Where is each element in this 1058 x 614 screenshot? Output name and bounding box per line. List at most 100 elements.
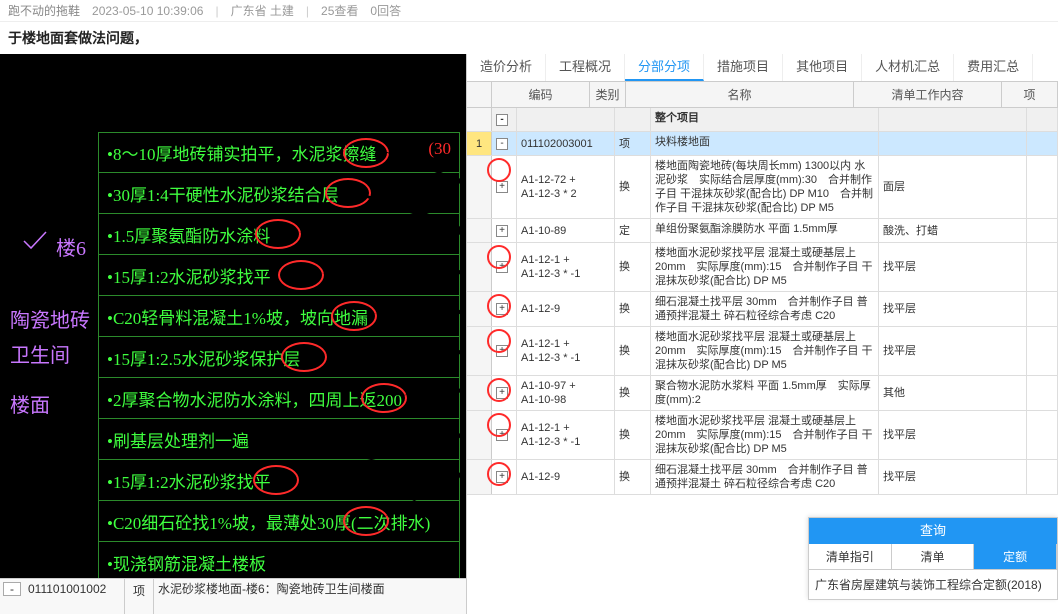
cad-layer-row: •15厚1:2水泥砂浆找平 [98, 255, 460, 296]
table-row[interactable]: - 整个项目 [467, 108, 1058, 132]
annotation-circle [253, 465, 299, 495]
cell-name: 整个项目 [651, 108, 879, 131]
cell-work [879, 132, 1027, 155]
cell-type: 换 [615, 292, 651, 326]
cell-name: 楼地面水泥砂浆找平层 混凝土或硬基层上 20mm 实际厚度(mm):15 合并制… [651, 243, 879, 291]
post-title: 于楼地面套做法问题， [0, 22, 1058, 54]
item-name: 水泥砂浆楼地面-楼6：陶瓷地砖卫生间楼面 [154, 579, 466, 614]
expand-icon[interactable]: + [496, 261, 508, 273]
cell-work: 面层 [879, 156, 1027, 218]
expand-icon[interactable]: + [496, 387, 508, 399]
annotation-circle [331, 301, 377, 331]
table-row[interactable]: +A1-12-1 + A1-12-3 * -1换楼地面水泥砂浆找平层 混凝土或硬… [467, 243, 1058, 292]
expand-icon[interactable]: + [496, 345, 508, 357]
table-row[interactable]: +A1-12-9换细石混凝土找平层 30mm 合并制作子目 普通预拌混凝土 碎石… [467, 460, 1058, 495]
annotation-circle [361, 383, 407, 413]
col-code: 编码 [492, 82, 590, 107]
annotation-number: (30 [428, 139, 451, 159]
col-item: 项 [1002, 82, 1058, 107]
annotation-circle [255, 219, 301, 249]
tab-6[interactable]: 费用汇总 [954, 54, 1033, 81]
tab-5[interactable]: 人材机汇总 [862, 54, 954, 81]
expand-icon[interactable]: + [496, 225, 508, 237]
query-tab-0[interactable]: 清单指引 [809, 544, 892, 569]
cell-code: A1-12-9 [517, 292, 615, 326]
table-row[interactable]: +A1-12-72 + A1-12-3 * 2换楼地面陶瓷地砖(每块周长mm) … [467, 156, 1058, 219]
cell-code: A1-12-9 [517, 460, 615, 494]
expand-icon[interactable]: + [496, 181, 508, 193]
query-tab-1[interactable]: 清单 [892, 544, 975, 569]
col-work: 清单工作内容 [854, 82, 1002, 107]
query-panel: 查询 清单指引清单定额 广东省房屋建筑与装饰工程综合定额(2018) [808, 517, 1058, 600]
expand-icon[interactable]: + [496, 429, 508, 441]
item-code: 011101001002 [24, 579, 124, 614]
annotation-circle [278, 260, 324, 290]
row-number [467, 219, 492, 242]
material-label: 陶瓷地砖 [10, 304, 90, 333]
collapse-icon[interactable]: - [496, 114, 508, 126]
row-number [467, 156, 492, 218]
cell-type [615, 108, 651, 131]
table-row[interactable]: +A1-12-1 + A1-12-3 * -1换楼地面水泥砂浆找平层 混凝土或硬… [467, 411, 1058, 460]
row-number [467, 460, 492, 494]
reply-count: 0回答 [370, 2, 401, 19]
cell-code: A1-10-89 [517, 219, 615, 242]
tab-1[interactable]: 工程概况 [546, 54, 625, 81]
cell-name: 块料楼地面 [651, 132, 879, 155]
grid-header: 编码 类别 名称 清单工作内容 项 [467, 82, 1058, 108]
cell-name: 细石混凝土找平层 30mm 合并制作子目 普通预拌混凝土 碎石粒径综合考虑 C2… [651, 460, 879, 494]
cell-name: 细石混凝土找平层 30mm 合并制作子目 普通预拌混凝土 碎石粒径综合考虑 C2… [651, 292, 879, 326]
query-tab-2[interactable]: 定额 [974, 544, 1057, 569]
surface-label: 楼面 [10, 389, 50, 418]
cell-code: A1-10-97 + A1-10-98 [517, 376, 615, 410]
floor-label: 楼6 [56, 232, 86, 261]
expand-icon[interactable]: - [3, 582, 21, 596]
cell-work: 找平层 [879, 411, 1027, 459]
cad-layer-row: •C20细石砼找1%坡，最薄处30厚(二次排水) [98, 501, 460, 542]
query-body: 广东省房屋建筑与装饰工程综合定额(2018) [809, 570, 1057, 599]
table-row[interactable]: +A1-10-97 + A1-10-98换聚合物水泥防水浆料 平面 1.5mm厚… [467, 376, 1058, 411]
cell-type: 换 [615, 156, 651, 218]
cell-name: 楼地面陶瓷地砖(每块周长mm) 1300以内 水泥砂浆 实际结合层厚度(mm):… [651, 156, 879, 218]
table-row[interactable]: 1-011102003001项块料楼地面 [467, 132, 1058, 156]
tab-3[interactable]: 措施项目 [704, 54, 783, 81]
cell-code: A1-12-1 + A1-12-3 * -1 [517, 411, 615, 459]
cell-type: 换 [615, 327, 651, 375]
cell-work [879, 108, 1027, 131]
cad-layer-row: •8～10厚地砖铺实拍平，水泥浆擦缝(30 [98, 132, 460, 173]
tab-4[interactable]: 其他项目 [783, 54, 862, 81]
post-location: 广东省 土建 [231, 2, 294, 19]
query-tabs: 清单指引清单定额 [809, 544, 1057, 570]
row-number: 1 [467, 132, 492, 155]
cad-layer-row: •15厚1:2水泥砂浆找平 [98, 460, 460, 501]
cell-code: A1-12-1 + A1-12-3 * -1 [517, 243, 615, 291]
cell-code: A1-12-1 + A1-12-3 * -1 [517, 327, 615, 375]
collapse-icon[interactable]: - [496, 138, 508, 150]
cell-type: 换 [615, 411, 651, 459]
post-time: 2023-05-10 10:39:06 [92, 4, 203, 18]
cad-layer-row: •15厚1:2.5水泥砂浆保护层 [98, 337, 460, 378]
tab-2[interactable]: 分部分项 [625, 54, 704, 81]
cad-layer-row: •现浇钢筋混凝土楼板 [98, 542, 460, 583]
cell-type: 项 [615, 132, 651, 155]
cell-work: 找平层 [879, 243, 1027, 291]
annotation-circle [343, 138, 389, 168]
table-row[interactable]: + A1-12-9换细石混凝土找平层 30mm 合并制作子目 普通预拌混凝土 碎石… [467, 292, 1058, 327]
annotation-circle [325, 178, 371, 208]
tab-0[interactable]: 造价分析 [467, 54, 546, 81]
expand-icon[interactable]: + [496, 471, 508, 483]
cell-code: 011102003001 [517, 132, 615, 155]
main-tabs: 造价分析工程概况分部分项措施项目其他项目人材机汇总费用汇总 [467, 54, 1058, 82]
cad-layer-row: •30厚1:4干硬性水泥砂浆结合层 [98, 173, 460, 214]
table-row[interactable]: +A1-10-89定单组份聚氨酯涂膜防水 平面 1.5mm厚酸洗、打蜡 [467, 219, 1058, 243]
row-number [467, 108, 492, 131]
cad-drawing-pane: 楼6 陶瓷地砖 卫生间 楼面 •8～10厚地砖铺实拍平，水泥浆擦缝(30•30厚… [0, 54, 466, 614]
row-number [467, 376, 492, 410]
expand-icon[interactable]: + [496, 303, 508, 315]
cell-work: 找平层 [879, 292, 1027, 326]
query-title: 查询 [809, 518, 1057, 544]
post-meta-bar: 跑不动的拖鞋 2023-05-10 10:39:06 | 广东省 土建 | 25… [0, 0, 1058, 22]
cell-name: 聚合物水泥防水浆料 平面 1.5mm厚 实际厚度(mm):2 [651, 376, 879, 410]
cell-work: 其他 [879, 376, 1027, 410]
table-row[interactable]: +A1-12-1 + A1-12-3 * -1换楼地面水泥砂浆找平层 混凝土或硬… [467, 327, 1058, 376]
